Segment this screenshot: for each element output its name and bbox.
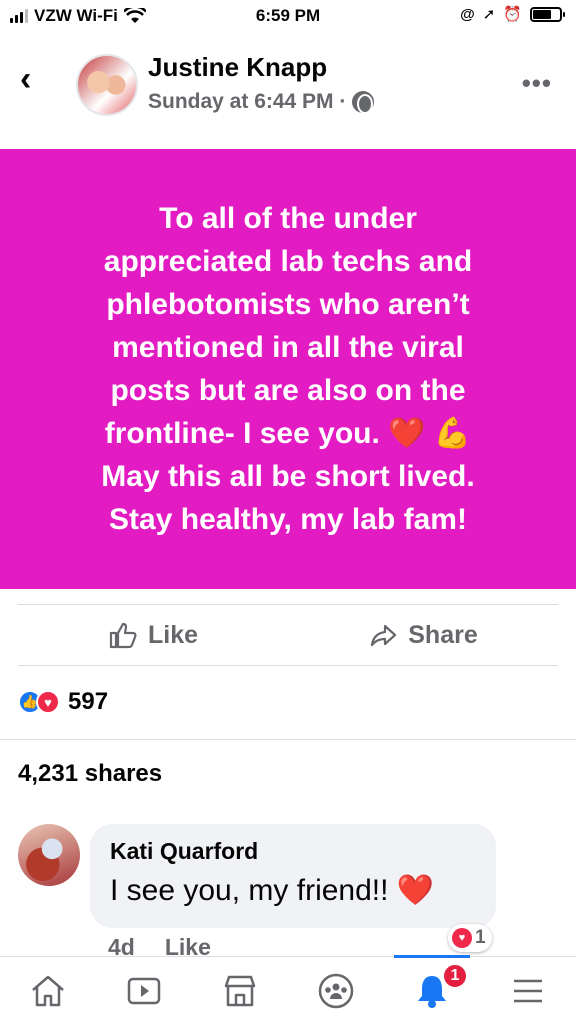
post-author[interactable]: Justine Knapp [148, 52, 327, 83]
nav-watch[interactable] [96, 957, 192, 1024]
status-bar: VZW Wi-Fi 6:59 PM @ ➚ ⏰ [0, 0, 576, 36]
love-reaction-icon: ♥ [36, 690, 60, 714]
comment-author[interactable]: Kati Quarford [110, 838, 476, 865]
menu-icon [514, 979, 542, 1002]
post-text: To all of the under appreciated lab tech… [101, 202, 475, 536]
active-tab-indicator [394, 955, 470, 958]
flexed-biceps-emoji: 💪 [433, 417, 472, 450]
like-button[interactable]: Like [18, 605, 288, 665]
author-avatar[interactable] [76, 54, 138, 116]
comment-text: I see you, my friend!! ❤️ [110, 874, 435, 907]
back-button[interactable]: ‹ [20, 62, 50, 98]
battery-icon [530, 6, 565, 22]
love-reaction-icon: ♥ [452, 928, 472, 948]
groups-icon [318, 973, 354, 1008]
post-header: ‹ Justine Knapp Sunday at 6:44 PM · ••• [0, 40, 576, 140]
nav-marketplace[interactable] [192, 957, 288, 1024]
bottom-nav: 1 [0, 955, 576, 1024]
post-body: To all of the under appreciated lab tech… [0, 149, 576, 589]
nav-menu[interactable] [480, 957, 576, 1024]
reaction-count: 597 [68, 688, 109, 715]
nav-home[interactable] [0, 957, 96, 1024]
globe-icon [352, 91, 375, 114]
comment-reaction-count: 1 [475, 927, 486, 948]
share-button[interactable]: Share [288, 605, 558, 665]
divider [0, 739, 576, 740]
location-icon: ➚ [482, 6, 496, 23]
comment-reaction-badge[interactable]: ♥ 1 [448, 924, 492, 952]
shares-count[interactable]: 4,231 shares [18, 760, 162, 788]
nav-notifications[interactable]: 1 [384, 955, 480, 1024]
more-options-button[interactable]: ••• [522, 68, 552, 99]
home-icon [32, 975, 64, 1006]
heart-emoji: ❤️ [388, 417, 426, 450]
reactions-summary[interactable]: 👍 ♥ 597 [18, 688, 108, 716]
commenter-avatar[interactable] [18, 824, 80, 886]
share-icon [371, 624, 397, 647]
nav-groups[interactable] [288, 957, 384, 1024]
alarm-icon: ⏰ [503, 6, 522, 23]
action-bar: Like Share [18, 604, 558, 666]
marketplace-icon [224, 975, 256, 1006]
screen-rotation-lock-icon: @ [460, 5, 475, 23]
watch-icon [127, 977, 161, 1004]
post-timestamp[interactable]: Sunday at 6:44 PM · [148, 90, 346, 114]
comment-bubble[interactable]: Kati Quarford I see you, my friend!! ❤️ [90, 824, 496, 928]
notification-badge: 1 [442, 963, 468, 989]
thumbs-up-icon [109, 622, 137, 649]
